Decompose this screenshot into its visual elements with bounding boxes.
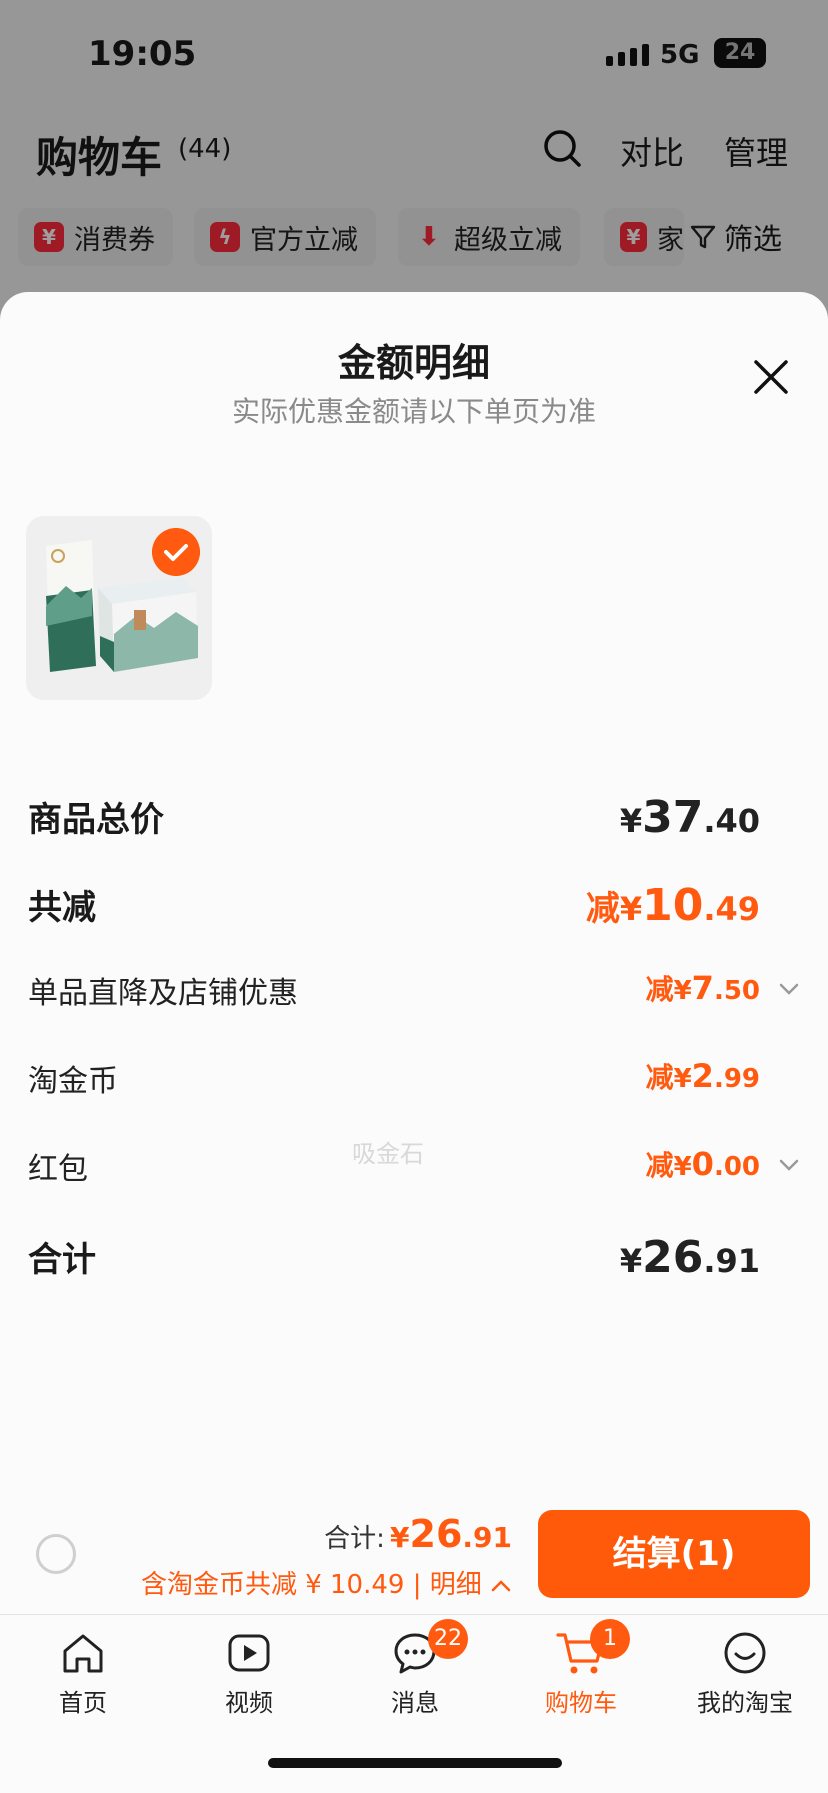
row-value: ¥26.91 — [620, 1232, 760, 1283]
cart-badge: 1 — [590, 1619, 630, 1659]
chevron-down-icon[interactable] — [778, 982, 800, 996]
value-decimal: .40 — [703, 802, 760, 840]
watermark: 吸金石 — [352, 1140, 424, 1168]
row-value: 减¥10.49 — [586, 880, 760, 931]
home-indicator — [268, 1758, 562, 1768]
row-label: 淘金币 — [28, 1064, 118, 1099]
checkout-button[interactable]: 结算(1) — [538, 1510, 810, 1598]
tab-cart[interactable]: 购物车 1 — [498, 1619, 664, 1739]
row-label: 单品直降及店铺优惠 — [28, 976, 298, 1011]
sheet-subtitle: 实际优惠金额请以下单页为准 — [231, 395, 596, 428]
value-decimal: .50 — [713, 976, 760, 1006]
tab-label: 我的淘宝 — [697, 1689, 793, 1717]
row-value: ¥37.40 — [620, 792, 760, 843]
message-badge: 22 — [428, 1619, 468, 1659]
tab-label: 首页 — [59, 1689, 107, 1717]
value-integer: 10 — [642, 880, 704, 931]
chevron-up-icon — [491, 1580, 511, 1592]
value-decimal: .00 — [713, 1152, 760, 1182]
row-item-store-discount[interactable]: 单品直降及店铺优惠 减¥7.50 — [28, 968, 800, 1012]
value-prefix: 减 — [645, 1149, 674, 1182]
row-grand-total: 合计 ¥26.91 — [28, 1232, 800, 1283]
sheet-title: 金额明细 — [337, 341, 490, 385]
currency-symbol: ¥ — [673, 1064, 692, 1094]
total-label: 合计: — [324, 1524, 385, 1554]
saving-detail-link[interactable]: 含淘金币共减 ¥ 10.49 | 明细 — [141, 1564, 512, 1601]
row-label: 商品总价 — [28, 800, 164, 840]
row-label: 红包 — [28, 1152, 88, 1187]
value-integer: 0 — [691, 1145, 714, 1183]
tab-label: 消息 — [391, 1689, 439, 1717]
row-label: 共减 — [28, 888, 96, 928]
row-taojinbi: 淘金币 减¥2.99 — [28, 1056, 800, 1100]
row-total-discount: 共减 减¥10.49 — [28, 880, 800, 931]
value-integer: 2 — [691, 1057, 714, 1095]
saving-text: 含淘金币共减 ¥ 10.49 | 明细 — [140, 1570, 482, 1600]
total-decimal: .91 — [462, 1521, 512, 1554]
tab-my-taobao[interactable]: 我的淘宝 — [662, 1629, 828, 1739]
currency-symbol: ¥ — [619, 890, 643, 928]
tab-label: 购物车 — [545, 1689, 617, 1717]
row-subtotal: 商品总价 ¥37.40 — [28, 792, 800, 843]
total-integer: 26 — [409, 1512, 463, 1556]
checkout-total: 合计: ¥26.91 — [324, 1512, 512, 1556]
row-value: 减¥7.50 — [646, 968, 760, 1008]
value-integer: 26 — [642, 1232, 704, 1283]
currency-symbol: ¥ — [619, 802, 643, 840]
currency-symbol: ¥ — [673, 976, 692, 1006]
close-icon[interactable] — [748, 354, 794, 400]
value-integer: 7 — [691, 969, 714, 1007]
total-currency: ¥ — [390, 1521, 410, 1554]
row-label: 合计 — [28, 1240, 96, 1280]
tab-label: 视频 — [225, 1689, 273, 1717]
currency-symbol: ¥ — [673, 1152, 692, 1182]
tab-home[interactable]: 首页 — [0, 1629, 166, 1739]
row-value: 减¥2.99 — [646, 1056, 760, 1096]
value-integer: 37 — [642, 792, 704, 843]
value-decimal: .49 — [703, 890, 760, 928]
value-prefix: 减 — [585, 889, 620, 929]
value-prefix: 减 — [645, 1061, 674, 1094]
tab-video[interactable]: 视频 — [166, 1629, 332, 1739]
selected-check-icon[interactable] — [152, 528, 200, 576]
value-decimal: .91 — [703, 1242, 760, 1280]
tab-messages[interactable]: 消息 22 — [332, 1619, 498, 1739]
checkout-bar: 合计: ¥26.91 含淘金币共减 ¥ 10.49 | 明细 结算(1) — [0, 1500, 828, 1614]
smile-icon — [724, 1632, 766, 1674]
value-decimal: .99 — [713, 1064, 760, 1094]
row-value: 减¥0.00 — [646, 1144, 760, 1184]
select-all-checkbox[interactable] — [36, 1534, 76, 1574]
video-icon — [228, 1634, 270, 1672]
currency-symbol: ¥ — [619, 1242, 643, 1280]
chevron-down-icon[interactable] — [778, 1158, 800, 1172]
home-icon — [63, 1634, 103, 1673]
value-prefix: 减 — [645, 973, 674, 1006]
